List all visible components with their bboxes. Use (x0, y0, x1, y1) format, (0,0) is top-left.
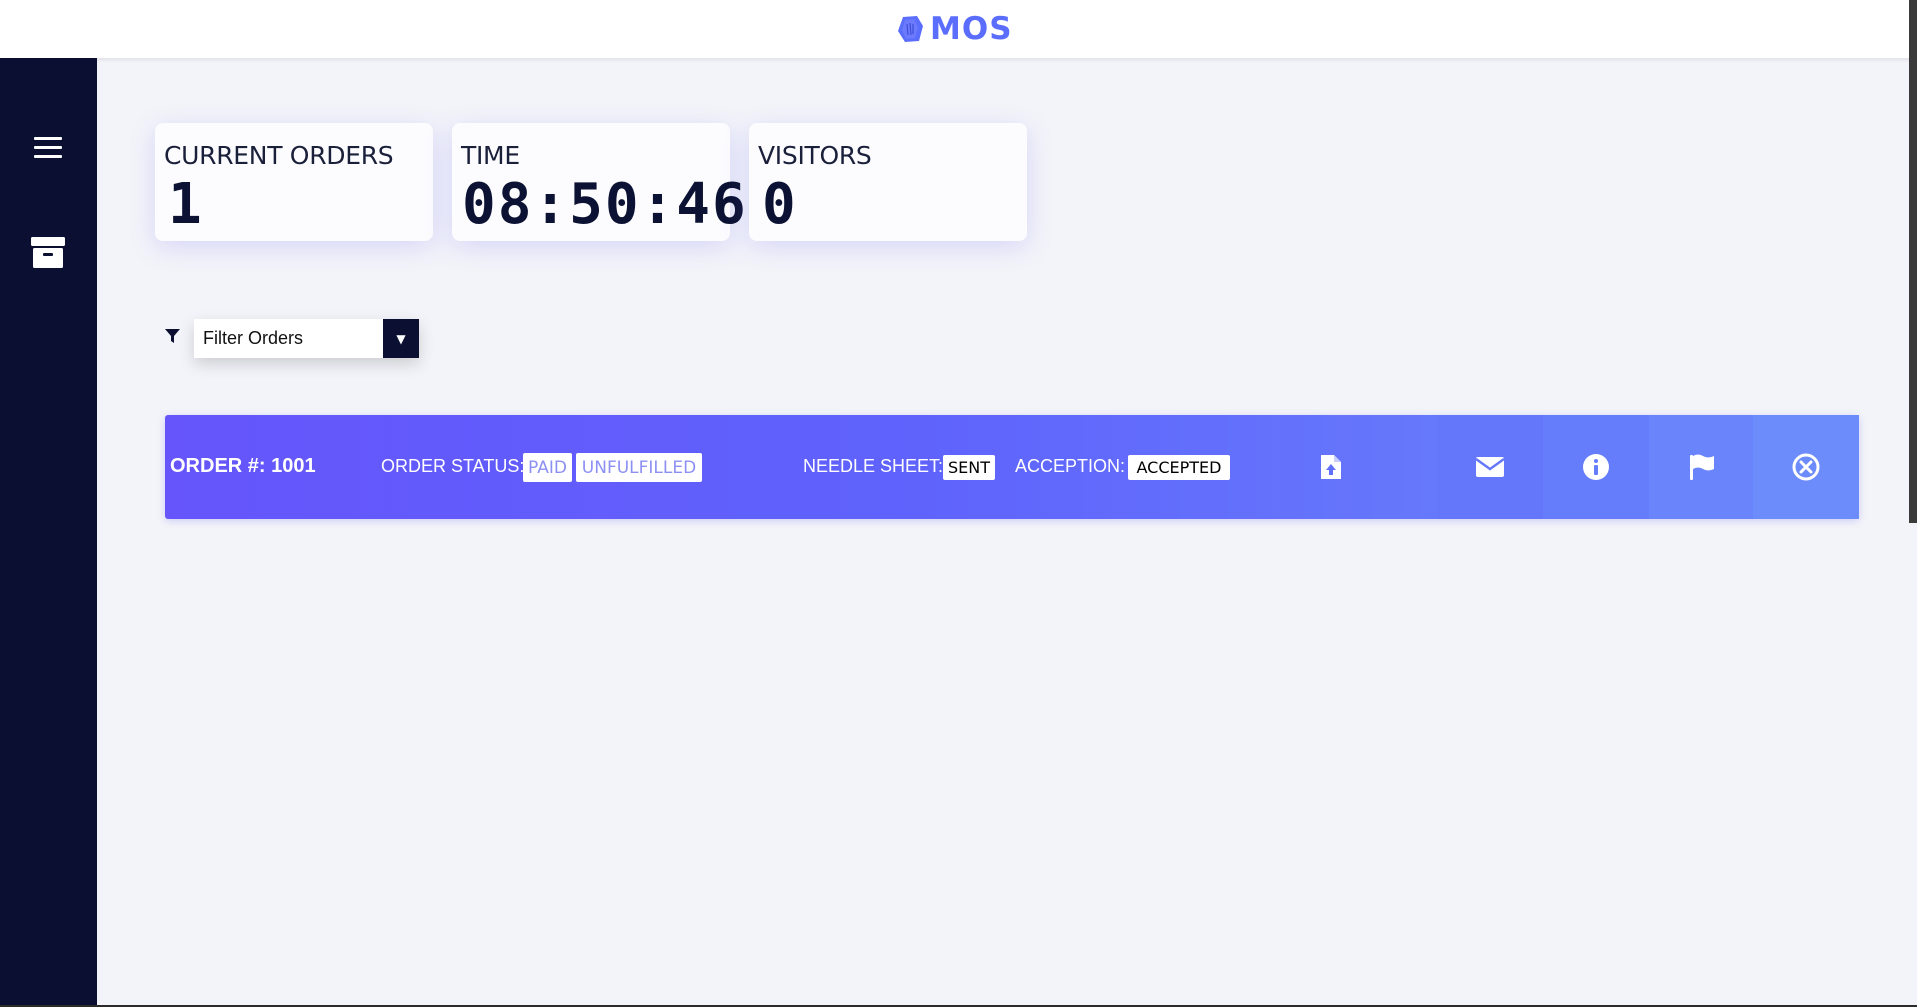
order-number: ORDER #: 1001 (170, 455, 316, 477)
email-button[interactable] (1437, 415, 1543, 519)
visitors-card: VISITORS 0 (749, 123, 1027, 241)
info-icon (1583, 454, 1609, 480)
current-orders-label: CURRENT ORDERS (164, 141, 394, 170)
order-row[interactable]: ORDER #: 1001 ORDER STATUS: PAID UNFULFI… (165, 415, 1859, 519)
visitors-value: 0 (762, 172, 798, 237)
filter-selected-value: Filter Orders (203, 328, 304, 348)
close-circle-icon (1792, 453, 1820, 481)
upload-file-button[interactable] (1278, 415, 1384, 519)
flag-button[interactable] (1649, 415, 1755, 519)
info-button[interactable] (1543, 415, 1649, 519)
time-card: TIME 08:50:46 (452, 123, 746, 241)
flag-icon (1690, 454, 1714, 480)
app-name: MOS (930, 11, 1013, 47)
needle-sheet-label: NEEDLE SHEET: (803, 456, 944, 476)
paid-status-badge: PAID (523, 453, 572, 482)
scrollbar-thumb[interactable] (1909, 0, 1917, 523)
close-order-button[interactable] (1753, 415, 1859, 519)
brand[interactable]: MOS (896, 6, 1013, 52)
time-label: TIME (461, 141, 520, 170)
chevron-down-icon[interactable]: ▼ (383, 319, 419, 358)
needle-sheet-badge: SENT (943, 455, 995, 480)
upload-file-icon (1321, 455, 1341, 479)
acception-label: ACCEPTION: (1015, 456, 1126, 476)
current-orders-card: CURRENT ORDERS 1 (155, 123, 433, 241)
visitors-label: VISITORS (758, 141, 872, 170)
time-value: 08:50:46 (462, 172, 748, 237)
filter-icon (165, 329, 180, 343)
sidebar (0, 58, 97, 1007)
unfulfilled-status-badge: UNFULFILLED (576, 453, 702, 482)
order-status-label: ORDER STATUS: (381, 456, 525, 476)
hamburger-menu-icon[interactable] (28, 128, 68, 168)
acception-badge: ACCEPTED (1128, 455, 1230, 480)
archive-box-icon[interactable] (28, 232, 68, 272)
filter-orders-select[interactable]: Filter Orders ▼ (194, 319, 419, 358)
current-orders-value: 1 (168, 172, 204, 237)
top-bar: MOS (0, 0, 1917, 58)
envelope-icon (1475, 457, 1505, 477)
mos-logo-icon (898, 16, 923, 42)
